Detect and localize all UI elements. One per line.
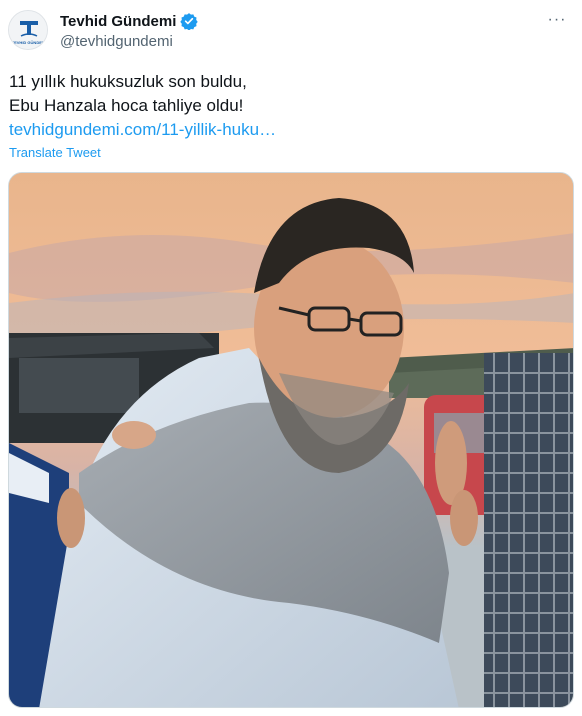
- display-name[interactable]: Tevhid Gündemi: [60, 13, 176, 30]
- name-row: Tevhid Gündemi: [60, 11, 199, 31]
- tweet-photo[interactable]: [8, 172, 574, 708]
- author-block: Tevhid Gündemi @tevhidgundemi: [60, 11, 199, 50]
- verified-badge-icon: [180, 12, 199, 31]
- tevhid-gundemi-logo: TEVHID GÜNDEMİ: [9, 11, 47, 49]
- tweet-text: 11 yıllık hukuksuzluk son buldu, Ebu Han…: [9, 70, 569, 142]
- tweet: TEVHID GÜNDEMİ Tevhid Gündemi @tevhidgun…: [0, 0, 582, 716]
- translate-tweet-link[interactable]: Translate Tweet: [9, 145, 101, 160]
- tweet-text-line-2: Ebu Hanzala hoca tahliye oldu!: [9, 96, 244, 115]
- avatar[interactable]: TEVHID GÜNDEMİ: [8, 10, 48, 50]
- logo-text: TEVHID GÜNDEMİ: [12, 40, 47, 45]
- tweet-link[interactable]: tevhidgundemi.com/11-yillik-huku…: [9, 118, 569, 142]
- tweet-text-line-1: 11 yıllık hukuksuzluk son buldu,: [9, 72, 247, 91]
- photo-two-men-hugging: [9, 173, 573, 707]
- handle[interactable]: @tevhidgundemi: [60, 33, 198, 50]
- more-options-icon[interactable]: ···: [546, 10, 568, 30]
